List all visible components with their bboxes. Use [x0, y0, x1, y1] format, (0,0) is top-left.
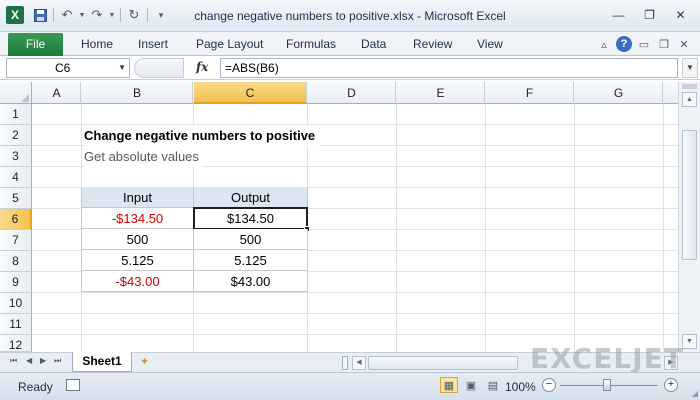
row-header-3[interactable]: 3 — [0, 146, 32, 167]
tab-formulas[interactable]: Formulas — [286, 37, 336, 51]
row-header-7[interactable]: 7 — [0, 230, 32, 251]
row-header-8[interactable]: 8 — [0, 251, 32, 272]
workbook-minimize-icon[interactable]: ▭ — [634, 35, 654, 53]
scroll-up-icon[interactable]: ▲ — [682, 92, 697, 107]
page-break-view-icon[interactable]: ▤ — [484, 377, 502, 393]
window-title: change negative numbers to positive.xlsx… — [194, 9, 506, 23]
column-header-a[interactable]: A — [33, 82, 81, 104]
scroll-thumb[interactable] — [682, 130, 697, 260]
vertical-scrollbar[interactable]: ▲ ▼ — [678, 82, 700, 352]
status-bar: Ready ▦ ▣ ▤ 100% − + ◢ — [0, 372, 700, 400]
gridline — [574, 104, 575, 352]
gridline — [396, 104, 397, 352]
status-ready: Ready — [18, 380, 53, 394]
row-header-12[interactable]: 12 — [0, 335, 32, 352]
row-header-1[interactable]: 1 — [0, 104, 32, 125]
row-header-5[interactable]: 5 — [0, 188, 32, 209]
table-cell-output[interactable]: 5.125 — [194, 250, 308, 271]
page-layout-view-icon[interactable]: ▣ — [462, 377, 480, 393]
first-sheet-icon[interactable]: ⏮ — [10, 356, 17, 366]
tab-split-handle[interactable] — [342, 356, 348, 370]
help-icon[interactable]: ? — [614, 35, 634, 53]
column-header-row: A B C D E F G — [0, 82, 678, 104]
next-sheet-icon[interactable]: ▶ — [40, 356, 46, 365]
gridline — [32, 313, 678, 314]
insert-sheet-icon[interactable]: ✦ — [140, 355, 156, 369]
row-header-11[interactable]: 11 — [0, 314, 32, 335]
tab-review[interactable]: Review — [413, 37, 452, 51]
macro-recording-icon[interactable] — [66, 379, 80, 391]
row-header-4[interactable]: 4 — [0, 167, 32, 188]
formula-bar-grip[interactable] — [134, 58, 184, 78]
tab-insert[interactable]: Insert — [138, 37, 168, 51]
row-header-2[interactable]: 2 — [0, 125, 32, 146]
column-header-d[interactable]: D — [308, 82, 396, 104]
column-header-g[interactable]: G — [575, 82, 663, 104]
normal-view-icon[interactable]: ▦ — [440, 377, 458, 393]
tab-home[interactable]: Home — [81, 37, 113, 51]
zoom-level[interactable]: 100% — [505, 380, 536, 394]
scroll-left-icon[interactable]: ◀ — [352, 356, 366, 370]
table-cell-output[interactable]: 500 — [194, 229, 308, 250]
tab-page-layout[interactable]: Page Layout — [196, 37, 263, 51]
workbook-restore-icon[interactable]: ❐ — [654, 35, 674, 53]
ribbon-tabs: File Home Insert Page Layout Formulas Da… — [0, 32, 700, 56]
gridline — [32, 334, 678, 335]
split-handle[interactable] — [682, 84, 697, 89]
formula-input[interactable]: =ABS(B6) — [220, 58, 678, 78]
horizontal-scroll-thumb[interactable] — [368, 356, 518, 370]
table-header-input[interactable]: Input — [81, 187, 194, 208]
gridline — [32, 292, 678, 293]
help-glyph: ? — [616, 36, 632, 52]
column-header-f[interactable]: F — [486, 82, 574, 104]
resize-grip-icon[interactable]: ◢ — [692, 389, 698, 398]
ribbon-right-icons: ▵ ? ▭ ❐ ✕ — [594, 35, 694, 53]
restore-button[interactable]: ❐ — [634, 5, 665, 25]
table-cell-input[interactable]: 500 — [81, 229, 194, 250]
table-cell-output[interactable]: $43.00 — [194, 271, 308, 292]
watermark-text: EXCELJET — [530, 342, 684, 375]
sheet-title[interactable]: Change negative numbers to positive — [84, 125, 320, 146]
gridline — [485, 104, 486, 352]
sheet-subtitle[interactable]: Get absolute values — [84, 146, 203, 167]
row-header-9[interactable]: 9 — [0, 272, 32, 293]
tab-file[interactable]: File — [8, 33, 63, 56]
workbook-close-icon[interactable]: ✕ — [674, 35, 694, 53]
zoom-out-icon[interactable]: − — [542, 378, 556, 392]
column-header-c[interactable]: C — [194, 82, 307, 104]
chevron-down-icon[interactable]: ▼ — [118, 59, 126, 77]
row-header-10[interactable]: 10 — [0, 293, 32, 314]
name-box[interactable]: C6 ▼ — [6, 58, 130, 78]
table-cell-input[interactable]: -$43.00 — [81, 271, 194, 292]
row-header-6[interactable]: 6 — [0, 209, 32, 230]
formula-bar: C6 ▼ fx =ABS(B6) ▼ — [0, 56, 700, 80]
close-button[interactable]: ✕ — [665, 5, 696, 25]
column-header-b[interactable]: B — [82, 82, 193, 104]
zoom-in-icon[interactable]: + — [664, 378, 678, 392]
name-box-value: C6 — [55, 61, 71, 75]
prev-sheet-icon[interactable]: ◀ — [26, 356, 32, 365]
zoom-slider-thumb[interactable] — [603, 379, 611, 391]
column-header-e[interactable]: E — [397, 82, 485, 104]
select-all-button[interactable] — [0, 82, 32, 104]
table-cell-input[interactable]: 5.125 — [81, 250, 194, 271]
sheet-tab-sheet1[interactable]: Sheet1 — [72, 352, 132, 372]
selected-cell-c6[interactable]: $134.50 — [193, 207, 308, 230]
gridline — [663, 104, 664, 352]
expand-formula-bar-icon[interactable]: ▼ — [682, 58, 698, 78]
tab-data[interactable]: Data — [361, 37, 386, 51]
table-header-output[interactable]: Output — [194, 187, 308, 208]
spreadsheet-grid[interactable]: A B C D E F G 1 2 3 4 5 6 7 8 9 10 11 12… — [0, 82, 700, 352]
tab-view[interactable]: View — [477, 37, 503, 51]
minimize-ribbon-icon[interactable]: ▵ — [594, 35, 614, 53]
last-sheet-icon[interactable]: ⏭ — [54, 356, 61, 366]
table-cell-input[interactable]: -$134.50 — [81, 208, 194, 229]
minimize-button[interactable]: — — [603, 5, 634, 25]
window-controls: — ❐ ✕ — [603, 5, 696, 25]
title-bar: X ↶ ▼ ↷ ▼ ↻ ▾ change negative numbers to… — [0, 0, 700, 32]
insert-function-icon[interactable]: fx — [196, 60, 208, 74]
